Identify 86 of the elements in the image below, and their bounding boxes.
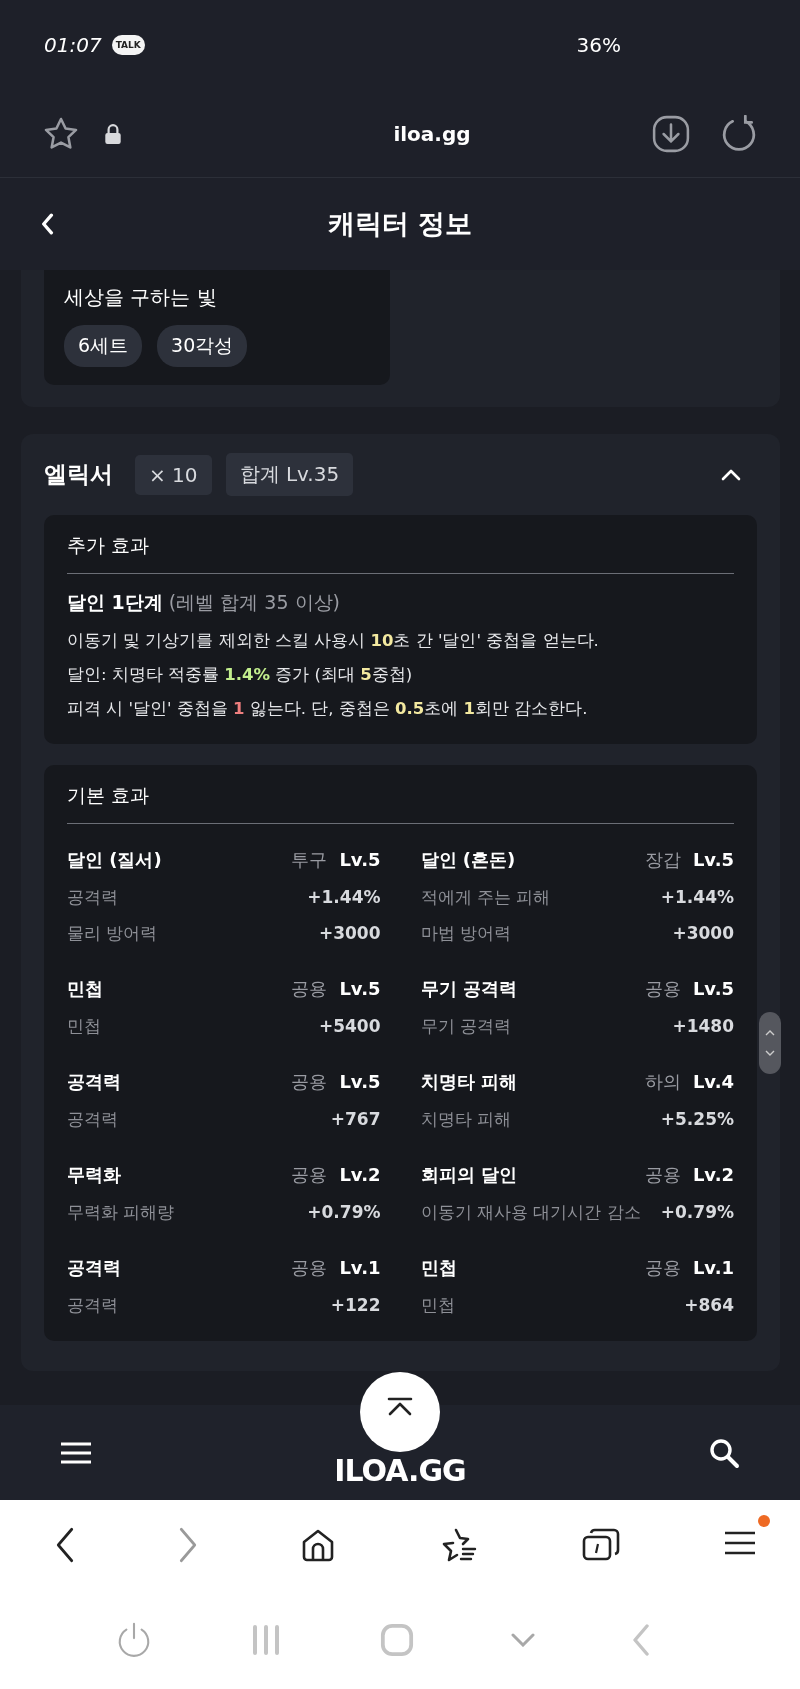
set-chip: 30각성 [157,325,248,367]
level-label: Lv.2 [692,1164,734,1185]
slot-label: 공용 [644,976,681,1001]
slot-label: 공용 [291,1255,328,1280]
back-icon[interactable] [55,1527,75,1563]
slot-label: 하의 [644,1069,681,1094]
slot-label: 공용 [291,1069,328,1094]
card-title: 기본 효과 [67,783,151,808]
level-label: Lv.5 [339,1071,381,1092]
level-label: Lv.2 [339,1164,381,1185]
scroll-top-icon [386,1397,414,1417]
search-icon[interactable] [708,1436,740,1469]
lock-icon [104,122,122,145]
level-label: Lv.1 [339,1257,381,1278]
stat-value: +864 [684,1294,734,1317]
effect-name: 무력화 [67,1162,122,1187]
effect-name: 회피의 달인 [420,1162,518,1187]
stat-label: 무기 공격력 [420,1015,512,1038]
stat-label: 마법 방어력 [420,922,512,945]
effect-name: 달인 (질서) [67,847,163,872]
stat-label: 이동기 재사용 대기시간 감소 [420,1201,642,1224]
stat-value: +1.44% [307,886,381,909]
menu-icon[interactable] [60,1441,92,1464]
battery-level: 36% [576,33,621,57]
scroll-handle[interactable] [759,1012,781,1074]
stat-value: +122 [330,1294,381,1317]
stat-label: 적에게 주는 피해 [420,886,552,909]
level-label: Lv.1 [692,1257,734,1278]
stat-value: +767 [330,1108,381,1131]
stat-value: +3000 [672,922,734,945]
level-label: Lv.5 [339,849,381,870]
elixir-tag: × 10 [135,454,212,495]
notification-dot [757,1515,770,1527]
effect-name: 달인 (혼돈) [420,847,517,872]
section-title: 엘릭서 [44,460,113,489]
back-icon[interactable] [40,213,54,235]
effect-name: 무기 공격력 [420,976,518,1001]
forward-icon[interactable] [177,1527,198,1563]
effect-name: 민첩 [420,1255,458,1280]
effect-name: 민첩 [67,976,104,1001]
stat-value: +0.79% [307,1201,381,1224]
slot-label: 장갑 [644,847,681,872]
stat-value: +5.25% [660,1108,734,1131]
stat-value: +1480 [672,1015,734,1038]
card-title: 추가 효과 [67,533,151,558]
stat-label: 무력화 피해량 [67,1201,176,1224]
stat-value: +3000 [318,922,381,945]
stat-value: +0.79% [660,1201,734,1224]
stat-label: 치명타 피해 [420,1108,512,1131]
effect-line: 피격 시 '달인' 중첩을 1 잃는다. 단, 중첩은 0.5초에 1회만 감소한다. [67,698,589,720]
reload-icon[interactable] [720,114,758,153]
stat-label: 공격력 [67,886,119,909]
stat-value: +1.44% [660,886,734,909]
tabs-icon[interactable] [581,1527,622,1563]
stat-label: 공격력 [67,1294,119,1317]
effect-name: 공격력 [67,1069,122,1094]
effect-line: 이동기 및 기상기를 제외한 스킬 사용시 10초 간 '달인' 중첩을 얻는다. [67,630,600,652]
stat-label: 민첩 [420,1294,456,1317]
tier-name: 달인 1단계 [67,591,163,613]
slot-label: 공용 [291,1162,328,1187]
download-icon[interactable] [652,114,690,153]
effect-name: 공격력 [67,1255,122,1280]
slot-label: 공용 [291,976,328,1001]
stat-value: +5400 [318,1015,381,1038]
level-label: Lv.5 [339,978,381,999]
slot-label: 투구 [291,847,328,872]
tier-condition: (레벨 합계 35 이상) [168,591,340,613]
slot-label: 공용 [644,1255,681,1280]
slot-label: 공용 [644,1162,681,1187]
stat-label: 물리 방어력 [67,922,159,945]
effect-name: 치명타 피해 [420,1069,518,1094]
level-label: Lv.5 [692,849,734,870]
set-name: 세상을 구하는 빛 [64,284,217,311]
talk-badge: TALK [111,35,145,55]
stat-label: 공격력 [67,1108,119,1131]
stat-label: 민첩 [67,1015,102,1038]
chevron-icon[interactable] [721,468,741,481]
level-label: Lv.4 [692,1071,734,1092]
url-text[interactable]: iloa.gg [303,121,471,146]
set-chip: 6세트 [64,325,143,367]
clock-time: 01:07 [44,33,102,57]
page-title: 캐릭터 정보 [326,207,474,241]
elixir-tag: 합계 Lv.35 [225,453,354,496]
site-logo[interactable]: ILOA.GG [334,1454,466,1487]
level-label: Lv.5 [692,978,734,999]
effect-line: 달인: 치명타 적중률 1.4% 증가 (최대 5중첩) [67,664,414,686]
